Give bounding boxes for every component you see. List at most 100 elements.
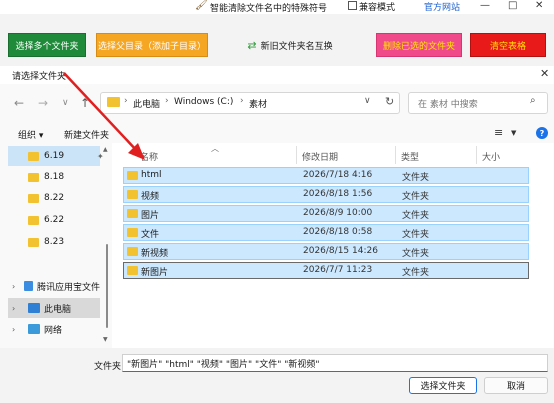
column-divider[interactable]: [395, 146, 396, 164]
brush-icon: 🖌: [195, 0, 208, 11]
nav-item-label: 8.23: [44, 237, 65, 247]
address-dropdown-icon[interactable]: ∨: [364, 96, 371, 106]
folder-icon: [127, 209, 138, 218]
folder-icon: [107, 97, 120, 107]
compat-checkbox[interactable]: [348, 1, 357, 10]
help-icon[interactable]: ?: [536, 127, 548, 139]
tree-item-tencent[interactable]: › 腾讯应用宝文件: [8, 276, 100, 296]
file-row[interactable]: 图片 2026/8/9 10:00 文件夹: [123, 205, 529, 222]
swap-icon: ⇄: [247, 38, 257, 52]
app-title: 智能清除文件名中的特殊符号: [210, 4, 328, 14]
tree-item-label: 腾讯应用宝文件: [36, 282, 100, 293]
view-caret-icon[interactable]: ▼: [511, 129, 516, 137]
file-row[interactable]: 新视频 2026/8/15 14:26 文件夹: [123, 243, 529, 260]
file-type: 文件夹: [402, 173, 430, 183]
breadcrumb-separator: ›: [165, 96, 169, 106]
nav-item-label: 8.22: [44, 193, 65, 203]
file-row[interactable]: html 2026/7/18 4:16 文件夹: [123, 167, 529, 184]
column-modified[interactable]: 修改日期: [302, 150, 338, 163]
compat-label[interactable]: 兼容模式: [359, 0, 395, 13]
nav-item-label: 6.22: [44, 215, 65, 225]
select-folders-button[interactable]: 选择多个文件夹: [8, 33, 86, 57]
chevron-right-icon[interactable]: ›: [12, 325, 24, 334]
file-row[interactable]: 视频 2026/8/18 1:56 文件夹: [123, 186, 529, 203]
column-type[interactable]: 类型: [401, 150, 419, 163]
search-icon[interactable]: ⌕: [530, 95, 536, 106]
nav-item-folder[interactable]: 6.19 ✦: [8, 146, 104, 166]
file-row[interactable]: 新图片 2026/7/7 11:23 文件夹: [123, 262, 529, 279]
dialog-title: 请选择文件夹: [12, 72, 67, 82]
new-folder-button[interactable]: 新建文件夹: [64, 128, 109, 141]
nav-item-label: 6.19: [44, 151, 65, 161]
file-name: 新视频: [141, 249, 169, 259]
folder-icon: [28, 215, 39, 225]
folder-icon: [127, 266, 138, 275]
file-modified: 2026/8/9 10:00: [303, 208, 373, 218]
computer-icon: [28, 303, 40, 313]
file-row[interactable]: 文件 2026/8/18 0:58 文件夹: [123, 224, 529, 241]
official-site-link[interactable]: 官方网站: [424, 0, 460, 13]
folder-icon: [28, 151, 39, 161]
tree-item-network[interactable]: › 网络: [8, 319, 100, 339]
file-type: 文件夹: [402, 230, 430, 240]
minimize-icon[interactable]: —: [480, 0, 490, 11]
select-parent-button[interactable]: 选择父目录（添加子目录）: [96, 33, 208, 57]
tree-item-label: 网络: [44, 325, 63, 336]
column-name[interactable]: 名称: [140, 150, 158, 163]
nav-item-folder[interactable]: 8.23: [8, 232, 100, 252]
forward-arrow-icon[interactable]: →: [38, 96, 48, 110]
swap-names-button[interactable]: ⇄ 新旧文件夹名互换: [240, 33, 340, 57]
file-modified: 2026/7/18 4:16: [303, 170, 373, 180]
maximize-icon[interactable]: □: [508, 0, 517, 11]
breadcrumb-thispc[interactable]: 此电脑: [133, 97, 160, 110]
file-modified: 2026/7/7 11:23: [303, 265, 373, 275]
back-arrow-icon[interactable]: ←: [14, 96, 24, 110]
file-name: 视频: [141, 192, 160, 202]
search-placeholder: 在 素材 中搜索: [418, 100, 478, 110]
nav-item-folder[interactable]: 6.22: [8, 210, 100, 230]
chevron-right-icon[interactable]: ›: [12, 282, 20, 291]
cancel-button[interactable]: 取消: [484, 377, 548, 394]
nav-item-folder[interactable]: 8.18: [8, 167, 100, 187]
filename-value: "新图片" "html" "视频" "图片" "文件" "新视频": [127, 360, 320, 370]
column-divider[interactable]: [296, 146, 297, 164]
nav-scrollbar[interactable]: [106, 244, 108, 328]
file-modified: 2026/8/15 14:26: [303, 246, 378, 256]
folder-icon: [28, 193, 39, 203]
app-store-icon: [24, 281, 33, 291]
folder-icon: [127, 228, 138, 237]
view-menu-icon[interactable]: ≡: [494, 126, 503, 139]
column-divider[interactable]: [476, 146, 477, 164]
file-name: 图片: [141, 211, 160, 221]
folder-icon: [127, 190, 138, 199]
breadcrumb-current[interactable]: 素材: [249, 97, 267, 110]
file-type: 文件夹: [402, 249, 430, 259]
close-icon[interactable]: ✕: [535, 0, 543, 11]
scroll-down-icon[interactable]: ▼: [103, 336, 108, 343]
file-type: 文件夹: [402, 211, 430, 221]
select-folder-button[interactable]: 选择文件夹: [409, 377, 477, 394]
file-name: 文件: [141, 230, 160, 240]
breadcrumb-drive[interactable]: Windows (C:): [174, 97, 233, 107]
scroll-up-icon[interactable]: ▲: [103, 146, 108, 153]
tree-item-thispc[interactable]: › 此电脑: [8, 298, 100, 318]
breadcrumb-separator: ›: [240, 96, 244, 106]
refresh-icon[interactable]: ↻: [385, 95, 394, 108]
up-arrow-icon[interactable]: ↑: [80, 96, 90, 110]
filename-label: 文件夹:: [94, 362, 125, 372]
clear-table-button[interactable]: 清空表格: [470, 33, 546, 57]
column-size[interactable]: 大小: [482, 150, 500, 163]
recent-locations-icon[interactable]: ∨: [62, 98, 69, 108]
file-modified: 2026/8/18 1:56: [303, 189, 373, 199]
organize-button[interactable]: 组织 ▾: [18, 128, 43, 141]
tree-item-label: 此电脑: [44, 304, 72, 315]
nav-item-folder[interactable]: 8.22: [8, 188, 100, 208]
file-name: 新图片: [141, 268, 169, 278]
sort-ascending-icon: ︿: [211, 144, 219, 153]
nav-item-label: 8.18: [44, 172, 65, 182]
file-type: 文件夹: [402, 268, 430, 278]
dialog-close-icon[interactable]: ✕: [540, 67, 549, 80]
chevron-right-icon[interactable]: ›: [12, 304, 24, 313]
network-icon: [28, 324, 40, 334]
delete-selected-button[interactable]: 删除已选的文件夹: [376, 33, 462, 57]
